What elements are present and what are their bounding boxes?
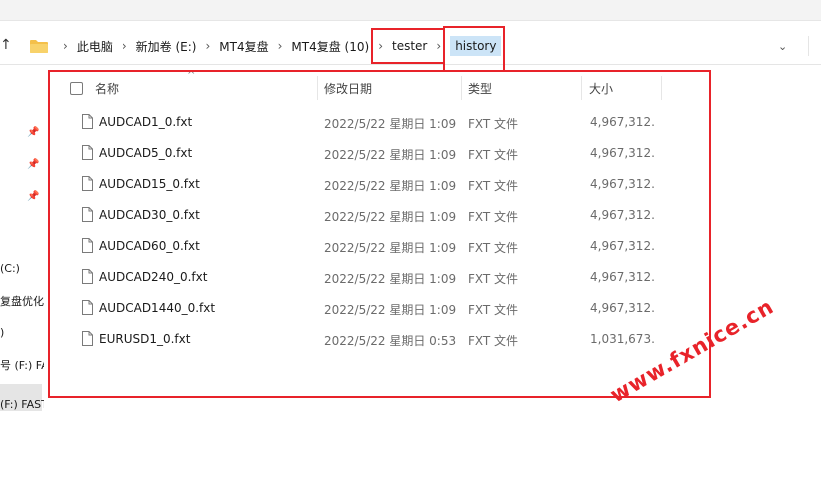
file-row[interactable]: AUDCAD30_0.fxt 2022/5/22 星期日 1:09 FXT 文件…	[70, 201, 660, 231]
chevron-down-icon[interactable]: ⌄	[778, 40, 787, 53]
column-divider[interactable]	[661, 76, 662, 100]
sort-ascending-icon: ^	[187, 70, 196, 81]
breadcrumb-this-pc[interactable]: 此电脑	[77, 36, 113, 57]
file-type: FXT 文件	[468, 334, 519, 348]
file-modified: 2022/5/22 星期日 1:09	[324, 241, 457, 255]
file-size: 4,967,312...	[590, 239, 654, 253]
pin-icon[interactable]: 📌	[27, 159, 39, 171]
file-row[interactable]: AUDCAD1440_0.fxt 2022/5/22 星期日 1:09 FXT …	[70, 294, 660, 324]
file-size: 4,967,312...	[590, 301, 654, 315]
file-name: AUDCAD1440_0.fxt	[99, 301, 216, 315]
chevron-right-icon: ›	[436, 39, 442, 53]
file-row[interactable]: AUDCAD1_0.fxt 2022/5/22 星期日 1:09 FXT 文件 …	[70, 108, 660, 138]
file-name: EURUSD1_0.fxt	[99, 332, 191, 346]
title-strip	[0, 0, 821, 21]
file-type: FXT 文件	[468, 272, 519, 286]
column-header-size[interactable]: 大小	[589, 80, 613, 97]
file-modified: 2022/5/22 星期日 1:09	[324, 210, 457, 224]
folder-icon	[30, 40, 48, 53]
breadcrumb-history[interactable]: history	[450, 36, 502, 56]
navigation-pane: 📌 📌 📌 (C:) 复盘优化 ) 号 (F:) FA (F:) FAST	[0, 65, 44, 479]
file-icon	[82, 238, 93, 253]
file-name: AUDCAD1_0.fxt	[99, 115, 193, 129]
file-icon	[82, 331, 93, 346]
file-size: 4,967,312...	[590, 146, 654, 160]
column-divider[interactable]	[461, 76, 462, 100]
sidebar-item-drive-f-2[interactable]: (F:) FAST	[0, 398, 44, 411]
file-row[interactable]: EURUSD1_0.fxt 2022/5/22 星期日 0:53 FXT 文件 …	[70, 325, 660, 355]
file-icon	[82, 114, 93, 129]
file-icon	[82, 269, 93, 284]
file-name: AUDCAD15_0.fxt	[99, 177, 200, 191]
file-size: 4,967,312...	[590, 208, 654, 222]
column-divider[interactable]	[317, 76, 318, 100]
pin-icon[interactable]: 📌	[27, 191, 39, 203]
sidebar-item-drive-f-1[interactable]: 号 (F:) FA	[0, 357, 44, 373]
file-icon	[82, 176, 93, 191]
up-arrow-icon[interactable]: ↑	[0, 36, 14, 54]
file-size: 4,967,312...	[590, 270, 654, 284]
file-size: 4,967,312...	[590, 115, 654, 129]
file-type: FXT 文件	[468, 117, 519, 131]
file-row[interactable]: AUDCAD5_0.fxt 2022/5/22 星期日 1:09 FXT 文件 …	[70, 139, 660, 169]
file-modified: 2022/5/22 星期日 1:09	[324, 117, 457, 131]
file-type: FXT 文件	[468, 303, 519, 317]
file-icon	[82, 207, 93, 222]
column-header-name[interactable]: 名称	[95, 80, 119, 97]
file-row[interactable]: AUDCAD15_0.fxt 2022/5/22 星期日 1:09 FXT 文件…	[70, 170, 660, 200]
file-row[interactable]: AUDCAD240_0.fxt 2022/5/22 星期日 1:09 FXT 文…	[70, 263, 660, 293]
file-modified: 2022/5/22 星期日 1:09	[324, 272, 457, 286]
breadcrumb-mt4-review-10[interactable]: MT4复盘 (10)	[291, 36, 369, 57]
file-icon	[82, 300, 93, 315]
file-icon	[82, 145, 93, 160]
file-name: AUDCAD240_0.fxt	[99, 270, 208, 284]
file-modified: 2022/5/22 星期日 1:09	[324, 303, 457, 317]
file-name: AUDCAD30_0.fxt	[99, 208, 200, 222]
column-divider[interactable]	[581, 76, 582, 100]
file-type: FXT 文件	[468, 210, 519, 224]
sidebar-item-drive-c[interactable]: (C:)	[0, 262, 20, 275]
chevron-right-icon: ›	[378, 39, 383, 53]
select-all-checkbox[interactable]	[70, 82, 83, 95]
chevron-right-icon: ›	[205, 39, 211, 53]
breadcrumb: › 此电脑 › 新加卷 (E:) › MT4复盘 › MT4复盘 (10) › …	[30, 34, 502, 58]
column-header-modified[interactable]: 修改日期	[324, 80, 372, 97]
chevron-right-icon: ›	[277, 39, 283, 53]
file-modified: 2022/5/22 星期日 1:09	[324, 148, 457, 162]
file-type: FXT 文件	[468, 179, 519, 193]
file-modified: 2022/5/22 星期日 0:53	[324, 334, 457, 348]
file-row[interactable]: AUDCAD60_0.fxt 2022/5/22 星期日 1:09 FXT 文件…	[70, 232, 660, 262]
file-name: AUDCAD60_0.fxt	[99, 239, 200, 253]
file-name: AUDCAD5_0.fxt	[99, 146, 193, 160]
sidebar-item-review-opt[interactable]: 复盘优化	[0, 293, 44, 309]
chevron-right-icon: ›	[63, 39, 68, 53]
chevron-right-icon: ›	[121, 39, 127, 53]
column-header-type[interactable]: 类型	[468, 80, 492, 97]
search-box-edge[interactable]	[808, 36, 821, 56]
sidebar-item-selected[interactable]: )	[0, 326, 4, 339]
file-size: 4,967,312...	[590, 177, 654, 191]
pin-icon[interactable]: 📌	[27, 127, 39, 139]
breadcrumb-tester[interactable]: tester	[392, 37, 427, 55]
file-type: FXT 文件	[468, 148, 519, 162]
breadcrumb-mt4-review[interactable]: MT4复盘	[219, 36, 268, 57]
breadcrumb-drive-e[interactable]: 新加卷 (E:)	[136, 36, 197, 57]
file-size: 1,031,673...	[590, 332, 654, 346]
file-modified: 2022/5/22 星期日 1:09	[324, 179, 457, 193]
file-type: FXT 文件	[468, 241, 519, 255]
